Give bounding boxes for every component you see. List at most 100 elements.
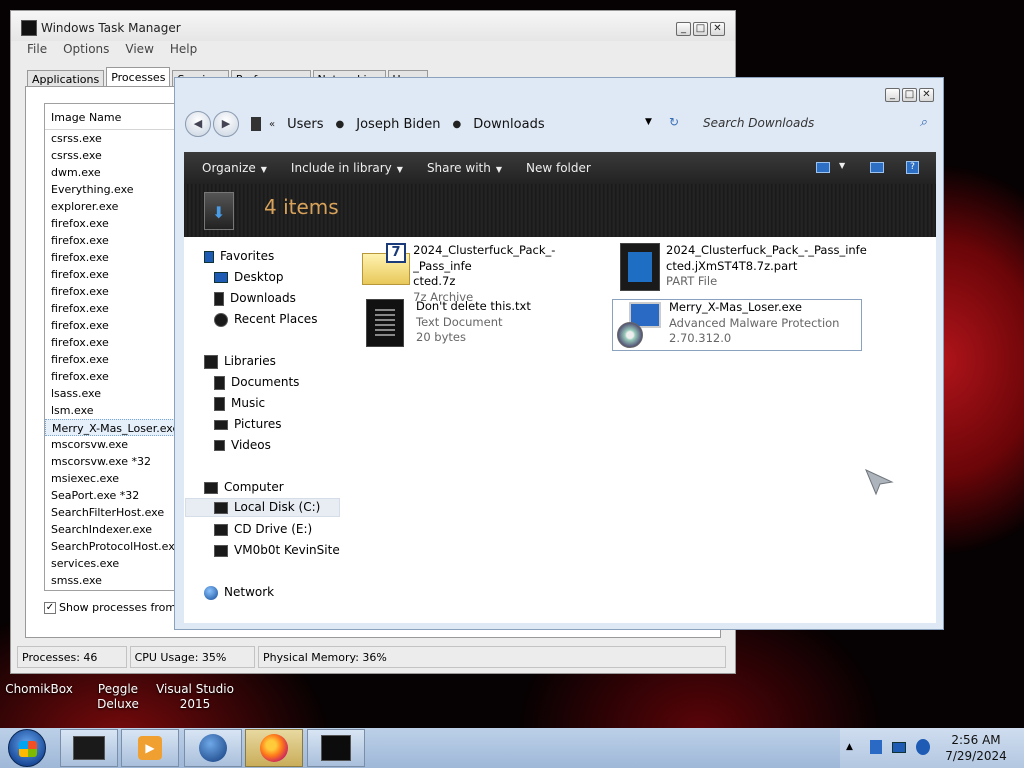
refresh-icon[interactable]: ↻ [669,115,679,129]
menu-options[interactable]: Options [63,42,109,56]
start-button[interactable] [8,729,46,767]
search-placeholder: Search Downloads [703,116,815,130]
show-all-processes-checkbox[interactable]: ✓ Show processes from all [44,601,192,614]
process-row[interactable]: lsass.exe [45,385,193,402]
desktop-icon-peggle-label[interactable]: Peggle Deluxe [76,682,160,712]
process-row[interactable]: firefox.exe [45,249,193,266]
breadcrumb-separator-icon[interactable]: ● [336,119,345,130]
breadcrumb-downloads[interactable]: Downloads [473,117,544,132]
network-status-icon[interactable] [892,742,906,753]
process-row[interactable]: explorer.exe [45,198,193,215]
back-button[interactable]: ◀ [185,111,211,137]
process-row[interactable]: mscorsvw.exe [45,436,193,453]
organize-button[interactable]: Organize ▼ [202,161,267,175]
taskbar-globe-button[interactable] [184,729,242,767]
process-row[interactable]: firefox.exe [45,266,193,283]
task-manager-titlebar[interactable]: Windows Task Manager _ □ ✕ [11,11,735,41]
minimize-button[interactable]: _ [676,22,691,36]
nav-downloads[interactable]: Downloads [214,289,296,308]
file-item-selected[interactable]: Merry_X-Mas_Loser.exe Advanced Malware P… [612,299,862,351]
desktop-icon-chomikbox-label[interactable]: ChomikBox [4,682,74,697]
process-row[interactable]: firefox.exe [45,300,193,317]
process-row[interactable]: firefox.exe [45,215,193,232]
nav-local-disk[interactable]: Local Disk (C:) [185,498,340,517]
view-options-icon[interactable] [816,162,830,173]
view-dropdown-icon[interactable]: ▼ [839,161,845,170]
nav-favorites[interactable]: Favorites [204,247,274,266]
nav-documents[interactable]: Documents [214,373,299,392]
clock[interactable]: 2:56 AM 7/29/2024 [940,732,1012,764]
process-row[interactable]: SearchProtocolHost.exe [45,538,193,555]
breadcrumb-separator-icon[interactable]: ● [452,119,461,130]
share-with-button[interactable]: Share with ▼ [427,161,502,175]
forward-button[interactable]: ▶ [213,111,239,137]
taskbar-explorer-button[interactable] [60,729,118,767]
file-item[interactable]: Don't delete this.txt Text Document 20 b… [366,299,606,351]
taskbar-media-player-button[interactable]: ▶ [121,729,179,767]
nav-desktop[interactable]: Desktop [214,268,284,287]
process-row[interactable]: msiexec.exe [45,470,193,487]
menu-view[interactable]: View [125,42,153,56]
file-item[interactable]: 2024_Clusterfuck_Pack_-_Pass_infe cted.j… [620,243,880,295]
nav-music[interactable]: Music [214,394,265,413]
process-row[interactable]: firefox.exe [45,351,193,368]
search-input[interactable]: Search Downloads ⌕ [697,113,933,135]
minimize-button[interactable]: _ [885,88,900,102]
taskbar-task-manager-button[interactable] [307,729,365,767]
preview-pane-icon[interactable] [870,162,884,173]
nav-network[interactable]: Network [204,583,274,602]
process-row[interactable]: firefox.exe [45,368,193,385]
computer-icon [204,481,218,494]
search-icon[interactable]: ⌕ [920,115,927,130]
volume-icon[interactable] [916,739,930,755]
desktop-icon-visual-studio-label[interactable]: Visual Studio 2015 [156,682,234,712]
process-row[interactable]: mscorsvw.exe *32 [45,453,193,470]
process-row[interactable]: dwm.exe [45,164,193,181]
process-row[interactable]: SeaPort.exe *32 [45,487,193,504]
address-dropdown-icon[interactable]: ▼ [645,117,652,127]
show-hidden-icons-icon[interactable]: ▲ [846,742,853,752]
maximize-button[interactable]: □ [693,22,708,36]
process-row[interactable]: Everything.exe [45,181,193,198]
process-row[interactable]: firefox.exe [45,334,193,351]
breadcrumb-joseph-biden[interactable]: Joseph Biden [356,117,440,132]
process-row[interactable]: SearchFilterHost.exe [45,504,193,521]
breadcrumb-overflow-icon[interactable]: « [269,119,275,130]
checkbox-icon[interactable]: ✓ [44,601,56,614]
nav-computer[interactable]: Computer [204,478,284,497]
breadcrumb-users[interactable]: Users [287,117,323,132]
column-header-image-name[interactable]: Image Name ▴ [45,104,193,130]
process-row[interactable]: SearchIndexer.exe [45,521,193,538]
process-row[interactable]: firefox.exe [45,283,193,300]
process-row[interactable]: services.exe [45,555,193,572]
nav-vm-share[interactable]: VM0b0t KevinSite [214,541,340,560]
process-row[interactable]: csrss.exe [45,147,193,164]
nav-videos[interactable]: Videos [214,436,271,455]
process-list[interactable]: Image Name ▴ csrss.execsrss.exedwm.exeEv… [44,103,194,591]
action-center-icon[interactable] [870,740,882,754]
nav-label: CD Drive (E:) [234,522,313,536]
process-row[interactable]: firefox.exe [45,232,193,249]
nav-pictures[interactable]: Pictures [214,415,282,434]
process-row[interactable]: csrss.exe [45,130,193,147]
explorer-titlebar[interactable]: _ □ ✕ [175,78,943,106]
part-file-icon [620,243,660,291]
new-folder-button[interactable]: New folder [526,161,591,175]
process-row[interactable]: firefox.exe [45,317,193,334]
file-item[interactable]: 7 2024_Clusterfuck_Pack_-_Pass_infe cted… [362,243,602,304]
menu-help[interactable]: Help [170,42,197,56]
nav-libraries[interactable]: Libraries [204,352,276,371]
process-row[interactable]: Merry_X-Mas_Loser.exe * [45,419,193,436]
process-row[interactable]: lsm.exe [45,402,193,419]
nav-recent-places[interactable]: Recent Places [214,310,317,329]
menu-file[interactable]: File [27,42,47,56]
close-button[interactable]: ✕ [919,88,934,102]
include-in-library-button[interactable]: Include in library ▼ [291,161,403,175]
taskbar-firefox-button[interactable] [245,729,303,767]
nav-cd-drive[interactable]: CD Drive (E:) [214,520,312,539]
help-icon[interactable]: ? [906,161,919,174]
close-button[interactable]: ✕ [710,22,725,36]
process-row[interactable]: smss.exe [45,572,193,589]
nav-label: Music [231,396,266,410]
maximize-button[interactable]: □ [902,88,917,102]
